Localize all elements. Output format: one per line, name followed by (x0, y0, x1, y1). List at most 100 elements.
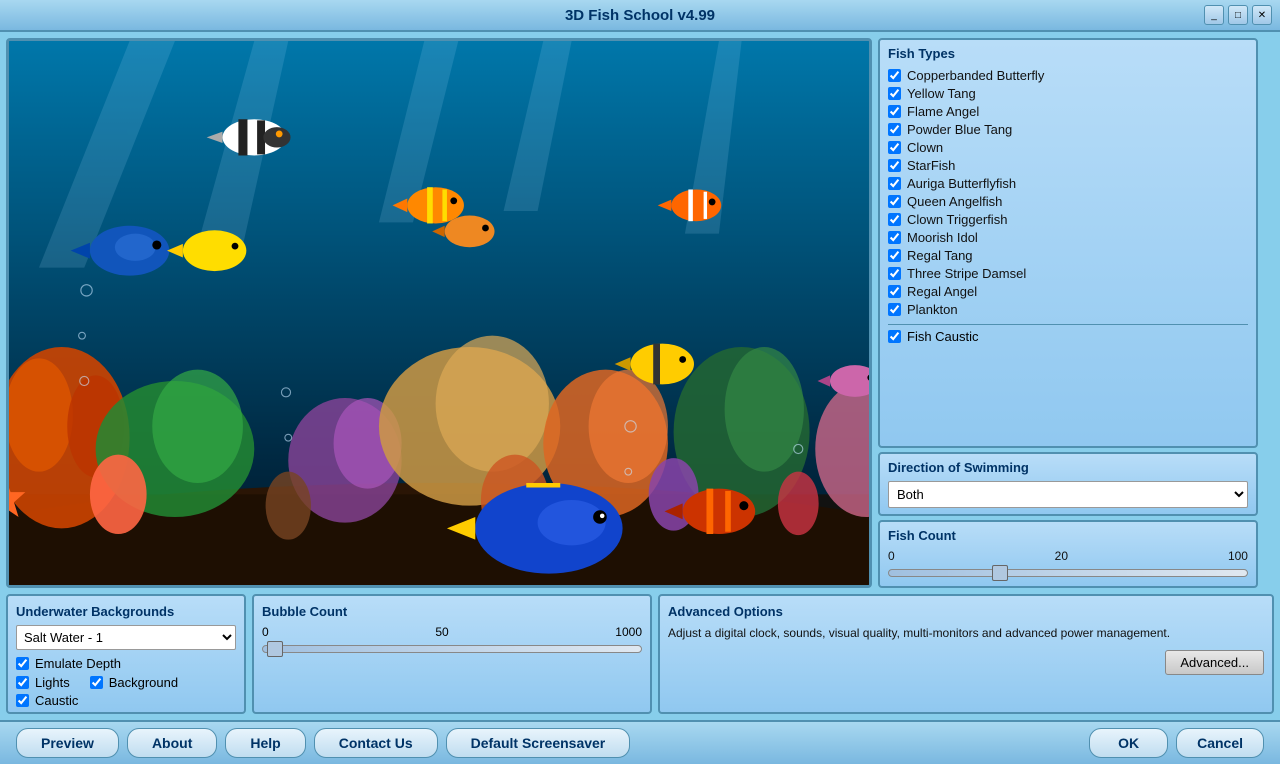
close-button[interactable]: ✕ (1252, 5, 1272, 25)
fish-label-threestripe[interactable]: Three Stripe Damsel (907, 266, 1026, 281)
fish-label-auriga[interactable]: Auriga Butterflyfish (907, 176, 1016, 191)
fish-item-regaltang: Regal Tang (888, 247, 1248, 264)
advanced-button[interactable]: Advanced... (1165, 650, 1264, 675)
fish-types-title: Fish Types (888, 46, 1248, 61)
bottom-row: Underwater Backgrounds Salt Water - 1 Sa… (6, 594, 1274, 714)
preview-button[interactable]: Preview (16, 728, 119, 758)
fish-checkbox-threestripe[interactable] (888, 267, 901, 280)
fish-checkbox-clown[interactable] (888, 141, 901, 154)
fish-checkbox-regalangel[interactable] (888, 285, 901, 298)
aquarium-svg (9, 41, 869, 585)
underwater-backgrounds-panel: Underwater Backgrounds Salt Water - 1 Sa… (6, 594, 246, 714)
fish-item-queenangel: Queen Angelfish (888, 193, 1248, 210)
cancel-button[interactable]: Cancel (1176, 728, 1264, 758)
fish-caustic-label[interactable]: Fish Caustic (907, 329, 979, 344)
advanced-description: Adjust a digital clock, sounds, visual q… (668, 625, 1264, 642)
fish-label-plankton[interactable]: Plankton (907, 302, 958, 317)
caustic-row: Caustic (16, 693, 236, 708)
bubble-mid: 50 (435, 625, 448, 639)
emulate-depth-label[interactable]: Emulate Depth (35, 656, 121, 671)
fish-item-clowntrigger: Clown Triggerfish (888, 211, 1248, 228)
fish-item-clown: Clown (888, 139, 1248, 156)
app-title: 3D Fish School v4.99 (565, 7, 715, 24)
fish-label-clowntrigger[interactable]: Clown Triggerfish (907, 212, 1007, 227)
fish-list: Copperbanded Butterfly Yellow Tang Flame A… (888, 67, 1248, 318)
fish-checkbox-powderbluetang[interactable] (888, 123, 901, 136)
emulate-depth-checkbox[interactable] (16, 657, 29, 670)
background-checkbox[interactable] (90, 676, 103, 689)
title-controls: _ □ ✕ (1204, 5, 1272, 25)
fish-count-mid: 20 (1055, 549, 1068, 563)
fish-item-copperbanded: Copperbanded Butterfly (888, 67, 1248, 84)
bubble-count-slider[interactable] (262, 645, 642, 653)
fish-label-regaltang[interactable]: Regal Tang (907, 248, 973, 263)
fish-label-copperbanded[interactable]: Copperbanded Butterfly (907, 68, 1044, 83)
fish-label-queenangel[interactable]: Queen Angelfish (907, 194, 1002, 209)
bubble-count-panel: Bubble Count 0 50 1000 (252, 594, 652, 714)
emulate-depth-row: Emulate Depth (16, 656, 236, 671)
background-row: Background (90, 675, 178, 690)
caustic-checkbox[interactable] (16, 694, 29, 707)
fish-item-regalangel: Regal Angel (888, 283, 1248, 300)
bg-select-row: Salt Water - 1 Salt Water - 2 Fresh Wate… (16, 625, 236, 650)
help-button[interactable]: Help (225, 728, 305, 758)
ok-button[interactable]: OK (1089, 728, 1168, 758)
caustic-label[interactable]: Caustic (35, 693, 78, 708)
fish-checkbox-copperbanded[interactable] (888, 69, 901, 82)
fish-label-yellowtang[interactable]: Yellow Tang (907, 86, 976, 101)
direction-title: Direction of Swimming (888, 460, 1248, 475)
bg-title: Underwater Backgrounds (16, 604, 236, 619)
fish-item-yellowtang: Yellow Tang (888, 85, 1248, 102)
fish-item-starfish: StarFish (888, 157, 1248, 174)
fish-item-moorishidol: Moorish Idol (888, 229, 1248, 246)
minimize-button[interactable]: _ (1204, 5, 1224, 25)
fish-item-flamevangel: Flame Angel (888, 103, 1248, 120)
button-bar: Preview About Help Contact Us Default Sc… (0, 720, 1280, 764)
fish-label-clown[interactable]: Clown (907, 140, 943, 155)
restore-button[interactable]: □ (1228, 5, 1248, 25)
title-bar: 3D Fish School v4.99 _ □ ✕ (0, 0, 1280, 32)
bg-select[interactable]: Salt Water - 1 Salt Water - 2 Fresh Wate… (16, 625, 236, 650)
fish-checkbox-flamevangel[interactable] (888, 105, 901, 118)
fish-checkbox-plankton[interactable] (888, 303, 901, 316)
fish-checkbox-queenangel[interactable] (888, 195, 901, 208)
fish-checkbox-yellowtang[interactable] (888, 87, 901, 100)
bubble-slider-labels: 0 50 1000 (262, 625, 642, 639)
fish-checkbox-regaltang[interactable] (888, 249, 901, 262)
fish-checkbox-starfish[interactable] (888, 159, 901, 172)
fish-checkbox-moorishidol[interactable] (888, 231, 901, 244)
advanced-options-panel: Advanced Options Adjust a digital clock,… (658, 594, 1274, 714)
advanced-title: Advanced Options (668, 604, 1264, 619)
direction-select[interactable]: Both Left to Right Right to Left (888, 481, 1248, 508)
fish-item-threestripe: Three Stripe Damsel (888, 265, 1248, 282)
contact-us-button[interactable]: Contact Us (314, 728, 438, 758)
fish-label-powderbluetang[interactable]: Powder Blue Tang (907, 122, 1012, 137)
fish-caustic-checkbox[interactable] (888, 330, 901, 343)
fish-label-regalangel[interactable]: Regal Angel (907, 284, 977, 299)
fish-count-slider[interactable] (888, 569, 1248, 577)
fish-item-powderbluetang: Powder Blue Tang (888, 121, 1248, 138)
fish-label-starfish[interactable]: StarFish (907, 158, 955, 173)
fish-item-auriga: Auriga Butterflyfish (888, 175, 1248, 192)
fish-types-panel: Fish Types Copperbanded Butterfly Yellow … (878, 38, 1258, 448)
default-screensaver-button[interactable]: Default Screensaver (446, 728, 631, 758)
lights-checkbox[interactable] (16, 676, 29, 689)
bubble-min: 0 (262, 625, 269, 639)
fish-label-flamevangel[interactable]: Flame Angel (907, 104, 979, 119)
about-button[interactable]: About (127, 728, 217, 758)
background-label[interactable]: Background (109, 675, 178, 690)
lights-label[interactable]: Lights (35, 675, 70, 690)
aquarium-preview (6, 38, 872, 588)
fish-count-labels: 0 20 100 (888, 549, 1248, 563)
fish-count-min: 0 (888, 549, 895, 563)
fish-checkbox-auriga[interactable] (888, 177, 901, 190)
fish-caustic-row: Fish Caustic (888, 324, 1248, 344)
right-panel: Fish Types Copperbanded Butterfly Yellow … (878, 38, 1258, 588)
fish-item-plankton: Plankton (888, 301, 1248, 318)
fish-checkbox-clowntrigger[interactable] (888, 213, 901, 226)
bubble-max: 1000 (615, 625, 642, 639)
fish-label-moorishidol[interactable]: Moorish Idol (907, 230, 978, 245)
main-container: Fish Types Copperbanded Butterfly Yellow … (0, 32, 1280, 720)
direction-panel: Direction of Swimming Both Left to Right… (878, 452, 1258, 516)
fish-count-panel: Fish Count 0 20 100 (878, 520, 1258, 588)
